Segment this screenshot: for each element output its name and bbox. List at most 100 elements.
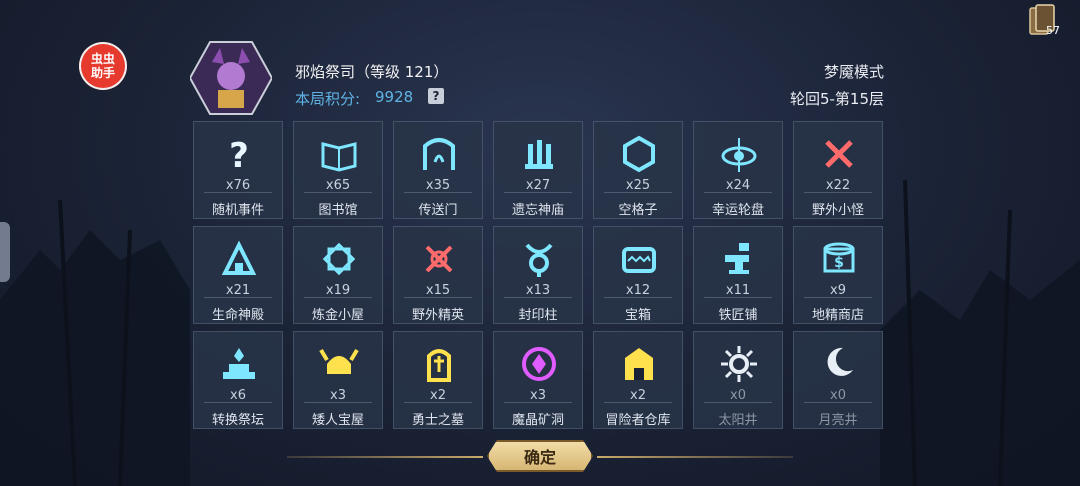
tile-count: x3 <box>330 388 346 403</box>
tile-name: 地精商店 <box>811 308 864 323</box>
building-tile[interactable]: x3 魔晶矿洞 <box>493 331 583 429</box>
tile-count: x24 <box>725 178 751 193</box>
score-value: 9928 <box>375 88 414 106</box>
building-tile[interactable]: x35 传送门 <box>393 121 483 219</box>
building-tile[interactable]: x25 空格子 <box>593 121 683 219</box>
building-tile[interactable]: x0 月亮井 <box>793 331 883 429</box>
tile-name: 宝箱 <box>624 308 651 323</box>
tile-name: 野外精英 <box>411 308 464 323</box>
building-tile[interactable]: $ x9 地精商店 <box>793 226 883 324</box>
building-tile[interactable]: x19 炼金小屋 <box>293 226 383 324</box>
confirm-label: 确定 <box>523 448 556 467</box>
tile-name: 月亮井 <box>818 413 858 428</box>
crystal-mine-icon <box>519 344 559 384</box>
tile-count: x35 <box>425 178 451 193</box>
tile-name: 传送门 <box>418 203 458 218</box>
tile-name: 图书馆 <box>318 203 358 218</box>
building-tile[interactable]: x27 遗忘神庙 <box>493 121 583 219</box>
helmet-icon <box>319 344 359 384</box>
round-label: 轮回5-第15层 <box>789 90 884 108</box>
tile-name: 幸运轮盘 <box>711 203 764 218</box>
mode-title: 梦魇模式 <box>823 63 884 81</box>
crossed-swords-icon <box>819 134 859 174</box>
tile-count: x2 <box>430 388 446 403</box>
tile-name: 冒险者仓库 <box>605 413 671 428</box>
temple-icon <box>519 134 559 174</box>
tile-name: 太阳井 <box>718 413 758 428</box>
tomb-icon <box>419 344 459 384</box>
helper-badge[interactable]: 虫虫助手 <box>79 42 127 90</box>
mimic-chest-icon <box>619 239 659 279</box>
building-tile[interactable]: x24 幸运轮盘 <box>693 121 783 219</box>
portal-icon <box>419 134 459 174</box>
anvil-icon <box>719 239 759 279</box>
confirm-button[interactable]: 确定 <box>487 440 593 472</box>
tile-count: x12 <box>625 283 651 298</box>
seal-icon <box>519 239 559 279</box>
warehouse-icon <box>619 344 659 384</box>
building-tile[interactable]: x3 矮人宝屋 <box>293 331 383 429</box>
book-icon <box>319 134 359 174</box>
building-tile[interactable]: x0 太阳井 <box>693 331 783 429</box>
building-tile[interactable]: x2 冒险者仓库 <box>593 331 683 429</box>
tile-count: x9 <box>830 283 846 298</box>
card-count: 57 <box>1046 24 1060 37</box>
tile-count: x21 <box>225 283 251 298</box>
building-tile[interactable]: x15 野外精英 <box>393 226 483 324</box>
tile-name: 炼金小屋 <box>311 308 364 323</box>
wheel-icon <box>719 134 759 174</box>
tile-count: x15 <box>425 283 451 298</box>
confirm-row: 确定 <box>287 440 793 474</box>
divider-left <box>287 456 483 458</box>
sun-icon <box>719 344 759 384</box>
building-tile[interactable]: x13 封印柱 <box>493 226 583 324</box>
building-tile[interactable]: x21 生命神殿 <box>193 226 283 324</box>
building-tile[interactable]: x2 勇士之墓 <box>393 331 483 429</box>
tile-name: 生命神殿 <box>211 308 264 323</box>
building-tile[interactable]: x65 图书馆 <box>293 121 383 219</box>
alchemy-icon <box>319 239 359 279</box>
question-icon: ? <box>219 134 259 176</box>
tile-count: x11 <box>725 283 751 298</box>
hero-avatar[interactable] <box>188 40 274 116</box>
tile-count: x65 <box>325 178 351 193</box>
tile-name: 铁匠铺 <box>718 308 758 323</box>
crossed-axes-icon <box>419 239 459 279</box>
tile-name: 魔晶矿洞 <box>511 413 564 428</box>
score-label: 本局积分: <box>295 90 361 108</box>
building-tile[interactable]: ? x76 随机事件 <box>193 121 283 219</box>
tile-count: x22 <box>825 178 851 193</box>
hero-name: 邪焰祭司（等级 121） <box>295 63 449 81</box>
svg-text:$: $ <box>834 255 844 271</box>
building-grid: ? x76 随机事件 x65 图书馆 x35 传送门 x27 遗忘神庙 x25 空格子 x24 幸运轮盘… <box>193 121 885 429</box>
tile-count: x0 <box>730 388 746 403</box>
shop-icon: $ <box>819 239 859 279</box>
svg-text:?: ? <box>229 136 249 174</box>
tile-name: 随机事件 <box>211 203 264 218</box>
building-tile[interactable]: x22 野外小怪 <box>793 121 883 219</box>
building-tile[interactable]: x11 铁匠铺 <box>693 226 783 324</box>
tile-count: x6 <box>230 388 246 403</box>
tile-count: x27 <box>525 178 551 193</box>
divider-right <box>597 456 793 458</box>
side-panel-tab[interactable] <box>0 222 10 282</box>
tile-count: x3 <box>530 388 546 403</box>
life-temple-icon <box>219 239 259 279</box>
hexagon-icon <box>619 134 659 174</box>
moon-icon <box>819 344 859 384</box>
tile-count: x2 <box>630 388 646 403</box>
tile-count: x76 <box>225 178 251 193</box>
tile-count: x19 <box>325 283 351 298</box>
help-icon[interactable]: ? <box>428 88 444 104</box>
tile-name: 勇士之墓 <box>411 413 464 428</box>
tile-name: 转换祭坛 <box>211 413 264 428</box>
tile-name: 空格子 <box>618 203 658 218</box>
building-tile[interactable]: x12 宝箱 <box>593 226 683 324</box>
tile-name: 野外小怪 <box>811 203 864 218</box>
tile-name: 矮人宝屋 <box>311 413 364 428</box>
helper-badge-label: 虫虫助手 <box>90 52 115 80</box>
tile-count: x13 <box>525 283 551 298</box>
tile-count: x25 <box>625 178 651 193</box>
building-tile[interactable]: x6 转换祭坛 <box>193 331 283 429</box>
altar-icon <box>219 344 259 384</box>
